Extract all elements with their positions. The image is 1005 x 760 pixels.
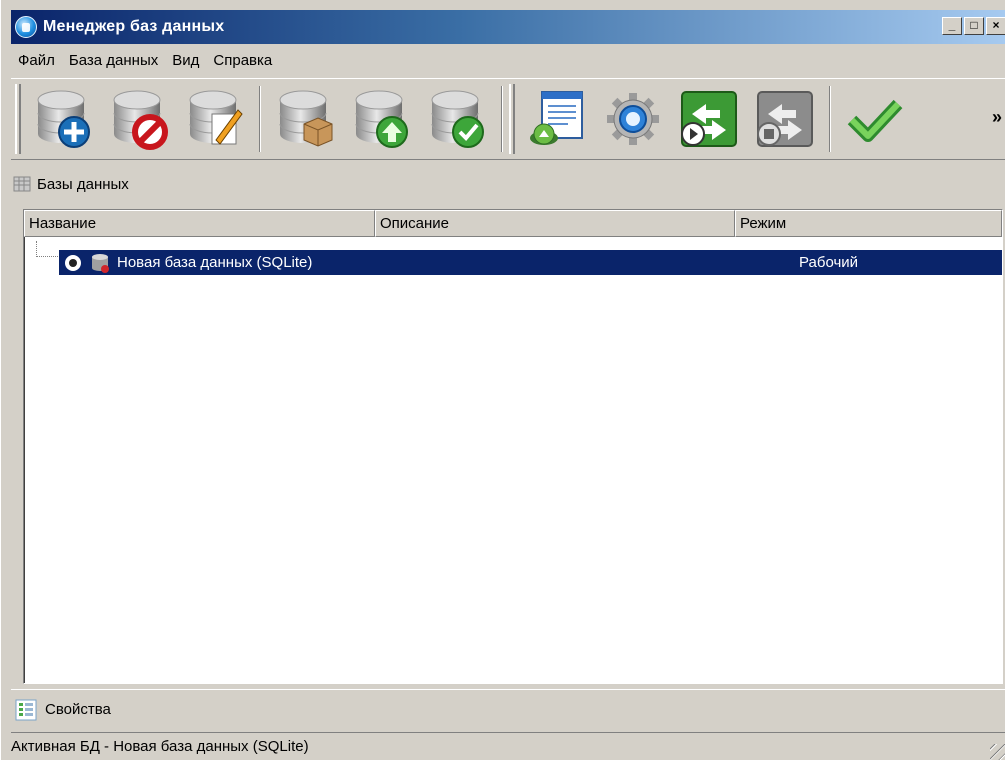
db-archive-icon xyxy=(279,90,333,147)
properties-list-icon xyxy=(15,699,37,720)
toolbar-overflow-button[interactable]: » xyxy=(992,107,1002,128)
db-add-icon xyxy=(37,90,90,148)
database-table-icon xyxy=(13,176,31,192)
databases-panel-title: Базы данных xyxy=(37,175,129,193)
db-edit-icon xyxy=(189,90,243,145)
properties-panel-title: Свойства xyxy=(45,701,111,718)
window-title: Менеджер баз данных xyxy=(43,18,225,35)
app-icon xyxy=(15,16,37,38)
upload-database-button[interactable] xyxy=(343,81,419,157)
apply-check-icon xyxy=(847,99,903,142)
window-open-icon xyxy=(530,91,583,145)
column-mode-header[interactable]: Режим xyxy=(735,210,1002,237)
title-bar[interactable]: Менеджер баз данных _ □ × xyxy=(11,10,1005,44)
connect-icon xyxy=(681,91,737,147)
close-button[interactable]: × xyxy=(986,17,1005,35)
row-name: Новая база данных (SQLite) xyxy=(117,254,313,271)
properties-panel-header[interactable]: Свойства xyxy=(11,689,1005,729)
databases-panel-header: Базы данных xyxy=(11,163,1005,205)
apply-button[interactable] xyxy=(837,81,913,157)
check-database-button[interactable] xyxy=(419,81,495,157)
status-bar: Активная БД - Новая база данных (SQLite) xyxy=(11,732,1005,760)
toolbar-separator xyxy=(829,86,831,152)
archive-database-button[interactable] xyxy=(267,81,343,157)
add-database-button[interactable] xyxy=(25,81,101,157)
status-text: Активная БД - Новая база данных (SQLite) xyxy=(11,738,309,755)
toolbar: » xyxy=(11,78,1005,160)
table-row[interactable]: Новая база данных (SQLite) Рабочий xyxy=(59,250,1002,275)
db-check-icon xyxy=(431,90,484,148)
remove-database-button[interactable] xyxy=(101,81,177,157)
menu-file[interactable]: Файл xyxy=(11,52,62,69)
window-controls: _ □ × xyxy=(942,17,1005,35)
minimize-button[interactable]: _ xyxy=(942,17,962,35)
disconnect-icon xyxy=(757,91,813,147)
database-sqlite-icon xyxy=(92,253,109,273)
settings-button[interactable] xyxy=(595,81,671,157)
menu-database[interactable]: База данных xyxy=(62,52,165,69)
edit-database-button[interactable] xyxy=(177,81,253,157)
db-remove-icon xyxy=(113,90,168,150)
toolbar-grip[interactable] xyxy=(15,84,21,154)
toolbar-separator xyxy=(501,86,503,152)
column-description-header[interactable]: Описание xyxy=(375,210,735,237)
toolbar-grip[interactable] xyxy=(509,84,515,154)
active-marker-icon xyxy=(65,254,81,271)
menu-bar: Файл База данных Вид Справка xyxy=(11,47,1005,73)
settings-gear-icon xyxy=(607,93,659,145)
column-name-header[interactable]: Название xyxy=(24,210,375,237)
maximize-button[interactable]: □ xyxy=(964,17,984,35)
databases-list[interactable]: Название Описание Режим Новая база данны… xyxy=(23,209,1003,684)
open-window-button[interactable] xyxy=(519,81,595,157)
toolbar-separator xyxy=(259,86,261,152)
disconnect-button[interactable] xyxy=(747,81,823,157)
connect-button[interactable] xyxy=(671,81,747,157)
tree-connector xyxy=(36,241,58,257)
db-upload-icon xyxy=(355,90,408,148)
app-window: Менеджер баз данных _ □ × Файл База данн… xyxy=(0,0,1005,760)
menu-view[interactable]: Вид xyxy=(165,52,206,69)
list-header: Название Описание Режим xyxy=(24,210,1002,237)
row-mode: Рабочий xyxy=(799,254,859,271)
resize-grip[interactable] xyxy=(990,744,1005,760)
menu-help[interactable]: Справка xyxy=(206,52,279,69)
